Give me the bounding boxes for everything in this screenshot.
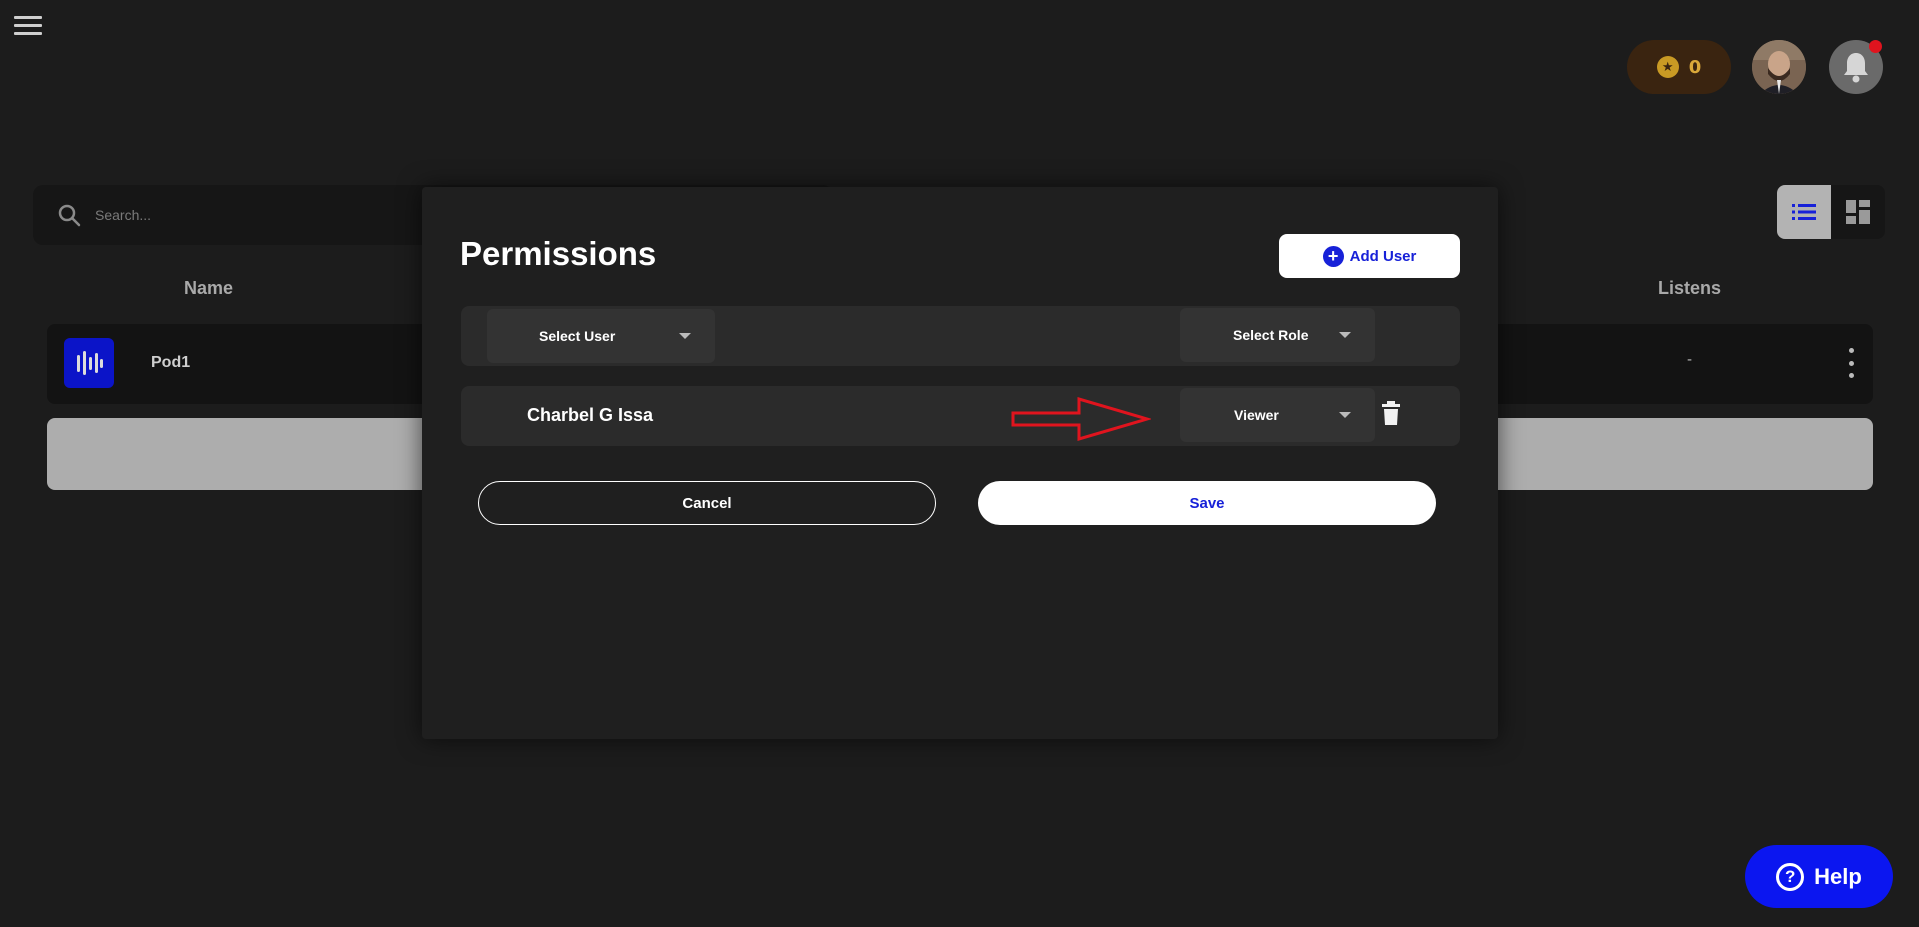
avatar-image (1752, 40, 1806, 94)
view-toggle (1777, 185, 1885, 239)
add-user-label: Add User (1349, 247, 1417, 265)
chevron-down-icon (679, 333, 691, 339)
pod-name: Pod1 (151, 354, 191, 371)
column-header-listens: Listens (1658, 278, 1722, 298)
role-dropdown[interactable]: Viewer (1180, 388, 1375, 442)
help-button[interactable]: ? Help (1745, 845, 1893, 908)
chevron-down-icon (1339, 412, 1351, 418)
role-label: Viewer (1234, 407, 1279, 423)
add-user-button[interactable]: + Add User (1279, 234, 1460, 278)
waveform-icon (77, 351, 103, 375)
search-icon (58, 204, 81, 227)
new-permission-row: Select User Select Role (461, 306, 1460, 366)
modal-title: Permissions (460, 235, 657, 272)
trash-icon[interactable] (1381, 401, 1401, 425)
help-label: Help (1814, 863, 1862, 889)
coin-count: 0 (1688, 56, 1702, 78)
chevron-down-icon (1339, 332, 1351, 338)
grid-view-icon (1846, 200, 1870, 224)
select-role-dropdown[interactable]: Select Role (1180, 308, 1375, 362)
pod-thumbnail (64, 338, 114, 388)
user-permission-row: Charbel G Issa Viewer (461, 386, 1460, 446)
list-view-icon (1792, 204, 1816, 220)
kebab-menu-icon[interactable] (1847, 348, 1855, 378)
notification-button[interactable] (1829, 40, 1883, 94)
cancel-button[interactable]: Cancel (478, 481, 936, 525)
save-button[interactable]: Save (978, 481, 1436, 525)
column-header-name: Name (184, 278, 234, 298)
coins-badge[interactable]: ★ 0 (1627, 40, 1731, 94)
select-user-label: Select User (539, 328, 616, 344)
bell-icon (1844, 53, 1868, 83)
grid-view-button[interactable] (1831, 185, 1885, 239)
user-name: Charbel G Issa (527, 405, 654, 425)
red-arrow-annotation (1011, 396, 1151, 442)
search-input[interactable] (95, 207, 395, 223)
pod-listens: - (1687, 352, 1693, 368)
star-coin-icon: ★ (1656, 56, 1679, 78)
question-circle-icon: ? (1776, 862, 1805, 891)
list-view-button[interactable] (1777, 185, 1831, 239)
hamburger-menu-icon[interactable] (14, 16, 42, 38)
notification-dot (1869, 40, 1882, 53)
select-user-dropdown[interactable]: Select User (487, 309, 715, 363)
permissions-modal: Permissions + Add User Select User Selec… (422, 187, 1498, 739)
select-role-label: Select Role (1233, 327, 1309, 343)
avatar[interactable] (1752, 40, 1806, 94)
plus-circle-icon: + (1322, 245, 1344, 267)
